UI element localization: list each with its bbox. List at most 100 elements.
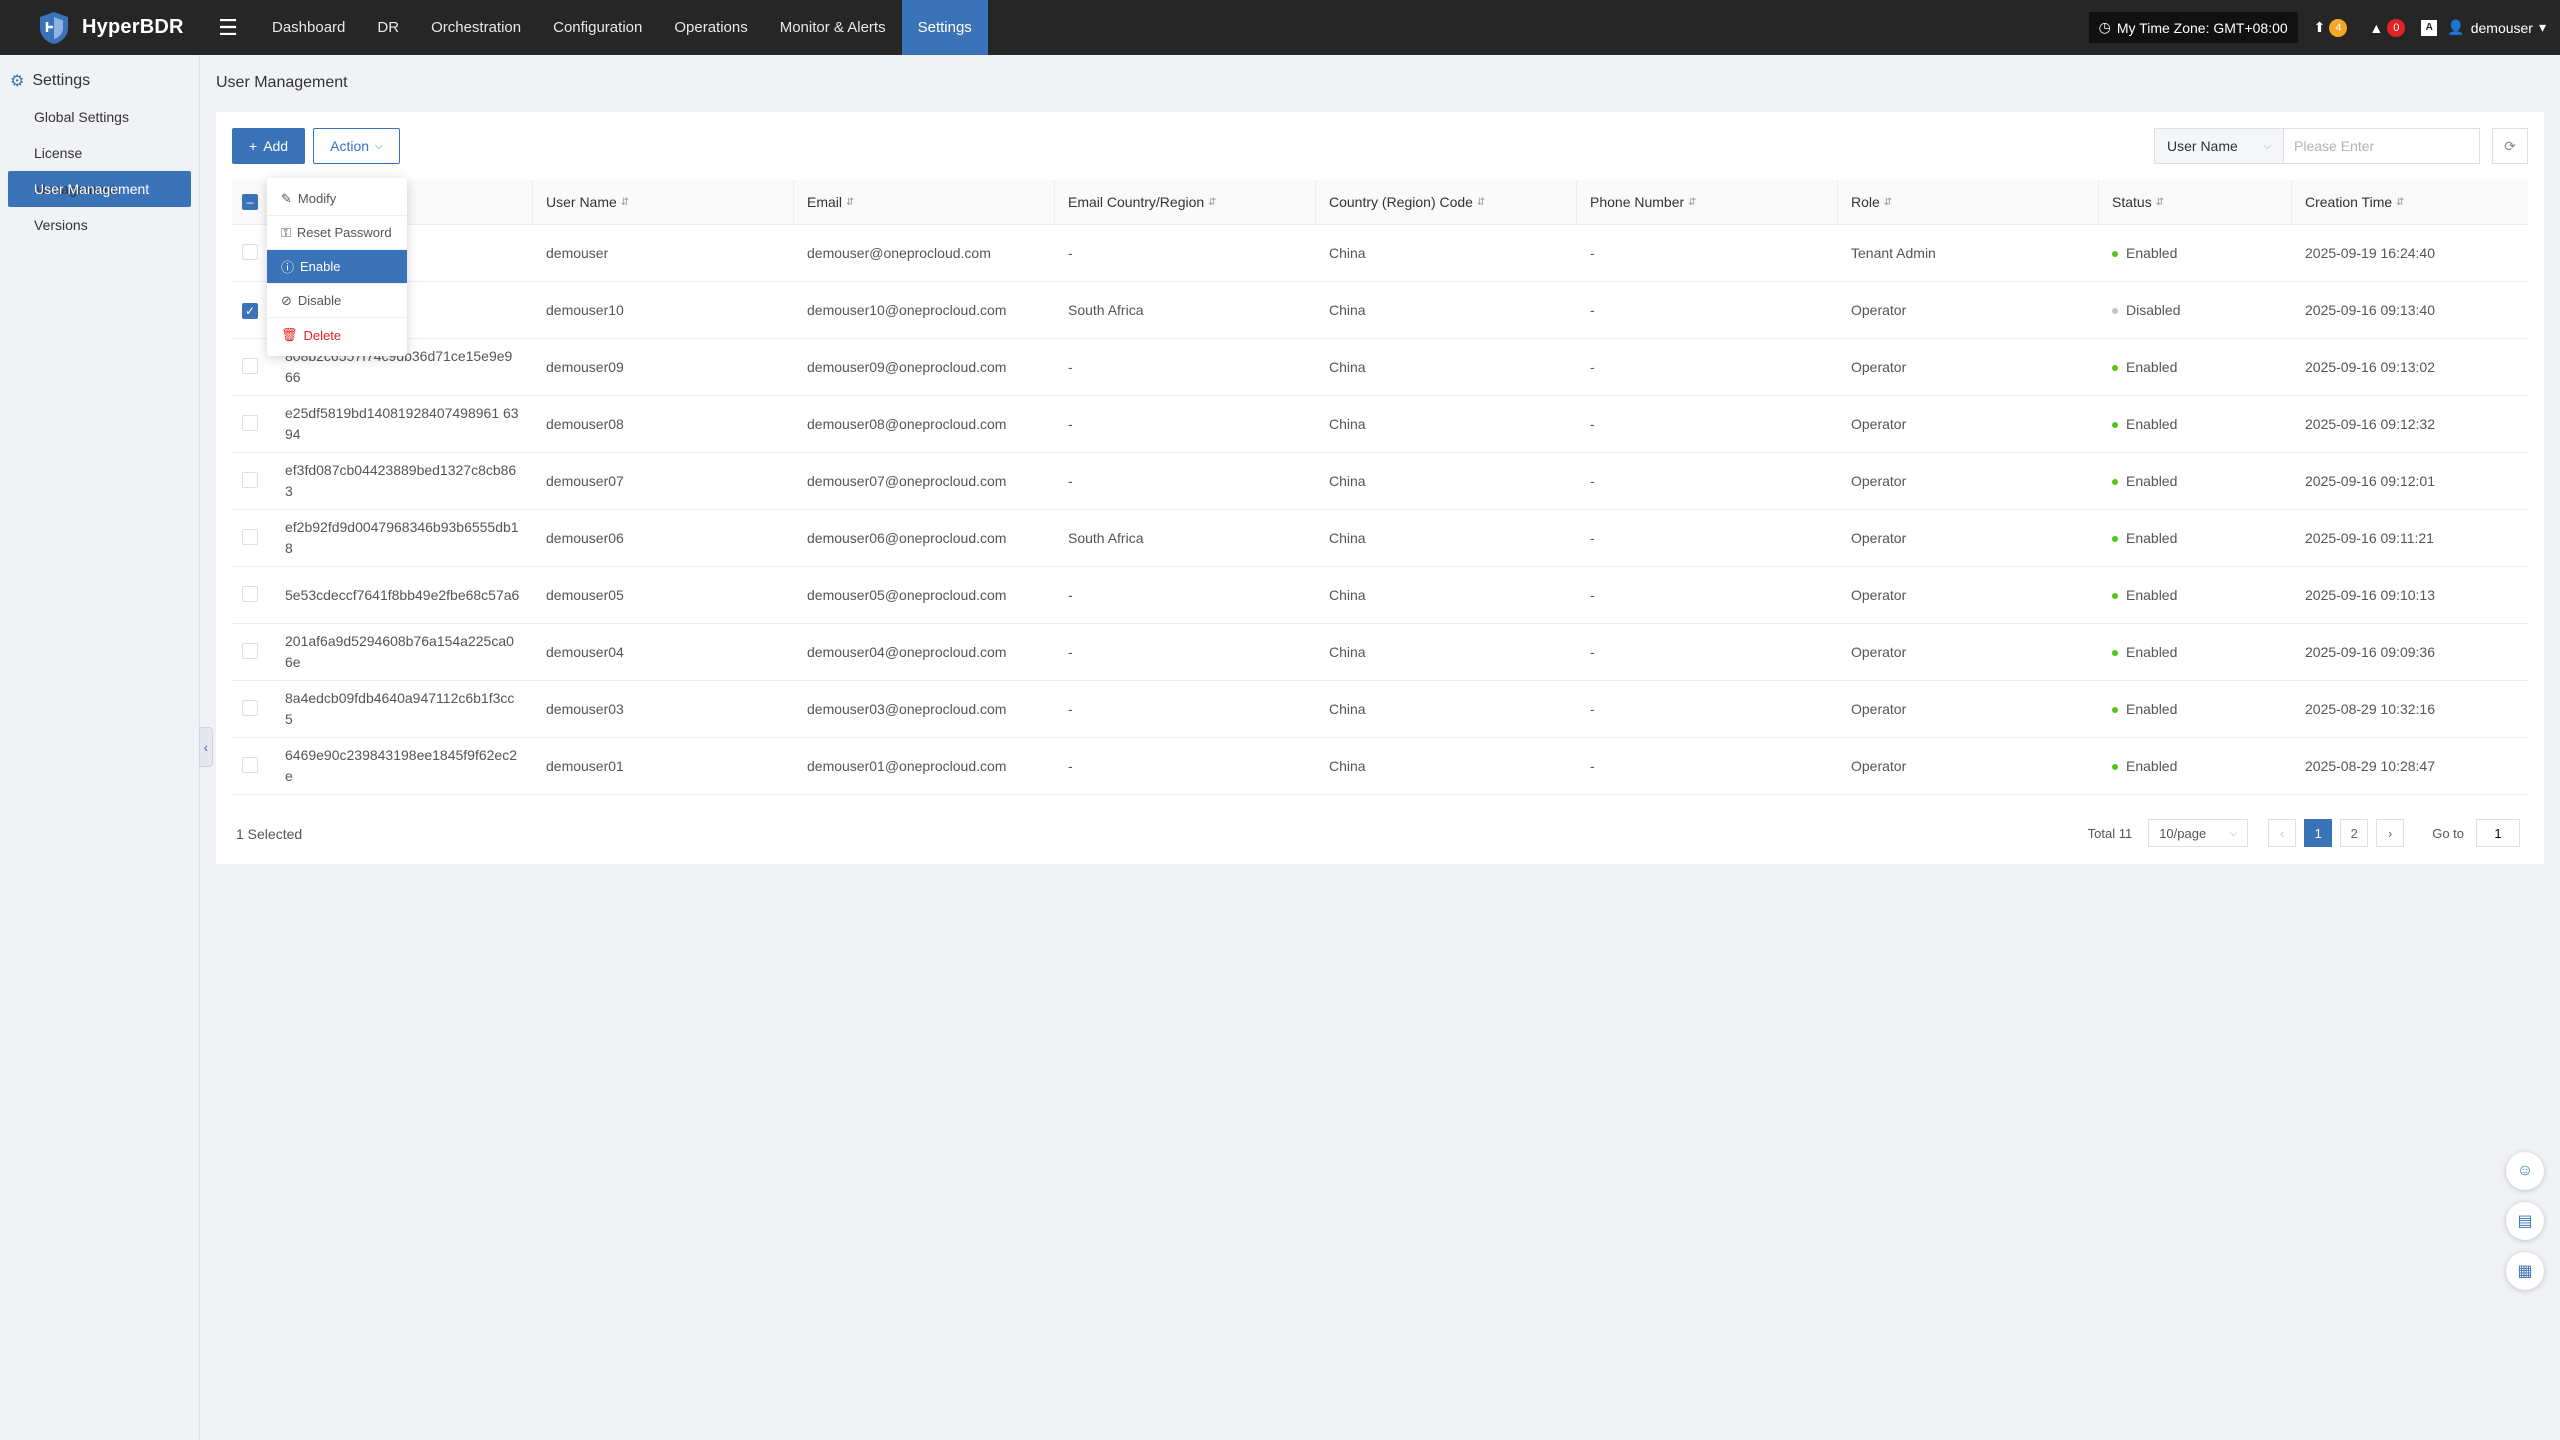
app-logo[interactable]: HyperBDR bbox=[0, 0, 200, 55]
action-enable[interactable]: ⓘ Enable bbox=[267, 250, 407, 284]
row-checkbox[interactable]: ✓ bbox=[242, 302, 258, 319]
timezone-label: My Time Zone: GMT+08:00 bbox=[2116, 19, 2288, 36]
header-label: Creation Time bbox=[2305, 194, 2393, 210]
header-email[interactable]: Email ⇵ bbox=[794, 179, 1055, 225]
prev-page-button[interactable]: ‹ bbox=[2268, 819, 2297, 847]
sidebar-item-license-management[interactable]: License Management bbox=[8, 135, 191, 197]
status-label: Enabled bbox=[2126, 644, 2178, 660]
header-email-region[interactable]: Email Country/Region ⇵ bbox=[1055, 179, 1316, 225]
row-checkbox[interactable] bbox=[242, 756, 258, 773]
status-dot bbox=[2112, 365, 2118, 372]
floating-tools: ☺ ▤ ▦ bbox=[2506, 1152, 2544, 1290]
select-all-checkbox[interactable]: – bbox=[242, 194, 258, 210]
action-label: Modify bbox=[297, 191, 337, 206]
search-field-select[interactable]: User Name ⌵ bbox=[2154, 128, 2284, 164]
status-dot bbox=[2112, 479, 2118, 486]
nav-configuration[interactable]: Configuration bbox=[537, 0, 658, 55]
action-label: Reset Password bbox=[296, 225, 392, 240]
status-badge: Enabled bbox=[2099, 587, 2292, 603]
user-name: demouser10 bbox=[546, 302, 624, 318]
header-role[interactable]: Role ⇵ bbox=[1838, 179, 2099, 225]
page-title: User Management bbox=[216, 74, 348, 91]
phone-number: - bbox=[1590, 701, 1595, 717]
row-checkbox[interactable] bbox=[242, 414, 258, 431]
action-dropdown-button[interactable]: Action ⌵ bbox=[313, 128, 400, 164]
user-id: 5e53cdeccf7641f8bb49e2fbe68c57a6 bbox=[285, 586, 520, 603]
country-code: China bbox=[1329, 359, 1366, 375]
table-row[interactable]: e25df5819bd14081928407498961 6394 demouse… bbox=[232, 396, 2528, 453]
user-menu[interactable]: 👤 demouser ▾ bbox=[2447, 19, 2546, 36]
table-row[interactable]: 808b2c6557f74c9db36d71ce15e9e966 demouser… bbox=[232, 339, 2528, 396]
sidebar-collapse-handle[interactable]: ‹ bbox=[199, 727, 213, 767]
nav-monitor-alerts[interactable]: Monitor & Alerts bbox=[764, 0, 902, 55]
table-row[interactable]: 201af6a9d5294608b76a154a225ca06e demouser… bbox=[232, 624, 2528, 681]
action-modify[interactable]: ✎ Modify bbox=[267, 182, 407, 216]
nav-operations[interactable]: Operations bbox=[658, 0, 763, 55]
creation-time: 2025-09-16 09:10:13 bbox=[2305, 587, 2435, 603]
nav-dashboard[interactable]: Dashboard bbox=[256, 0, 361, 55]
table-row[interactable]: a3cd8ea7a246e0demouserdemouser@oneproclo… bbox=[232, 225, 2528, 282]
table-row[interactable]: ✓9a5efbe765ecb2cdemouser10demouser10@one… bbox=[232, 282, 2528, 339]
table-row[interactable]: ef3fd087cb04423889bed1327c8cb863 demouser… bbox=[232, 453, 2528, 510]
user-id: e25df5819bd14081928407498961 6394 bbox=[285, 405, 519, 442]
sidebar-item-user-management[interactable]: User Management bbox=[8, 171, 191, 207]
header-status[interactable]: Status ⇵ bbox=[2099, 179, 2292, 225]
sidebar-item-versions[interactable]: Versions bbox=[8, 207, 191, 243]
creation-time: 2025-08-29 10:32:16 bbox=[2305, 701, 2435, 717]
sidebar-item-global-settings[interactable]: Global Settings bbox=[8, 99, 191, 135]
action-delete[interactable]: 🗑 Delete bbox=[267, 318, 407, 352]
table-row[interactable]: 8a4edcb09fdb4640a947112c6b1f3cc5 demouser… bbox=[232, 681, 2528, 738]
page-size-select[interactable]: 10/page ⌵ bbox=[2148, 819, 2249, 847]
add-button[interactable]: + Add bbox=[232, 128, 306, 164]
book-icon[interactable]: ▤ bbox=[2506, 1202, 2544, 1240]
user-email: demouser10@oneprocloud.com bbox=[807, 302, 1007, 318]
row-checkbox[interactable] bbox=[242, 699, 258, 716]
clipboard-icon[interactable]: ▦ bbox=[2506, 1252, 2544, 1290]
table-row[interactable]: 5e53cdeccf7641f8bb49e2fbe68c57a6 demouser… bbox=[232, 567, 2528, 624]
menu-toggle-icon[interactable]: ☰ bbox=[200, 0, 256, 55]
email-region: - bbox=[1068, 701, 1073, 717]
alerts[interactable]: ▲ 0 bbox=[2363, 18, 2411, 37]
phone-number: - bbox=[1590, 473, 1595, 489]
row-checkbox[interactable] bbox=[242, 585, 258, 602]
header-country-code[interactable]: Country (Region) Code ⇵ bbox=[1316, 179, 1577, 225]
table-row[interactable]: 6469e90c239843198ee1845f9f62ec2e demouser… bbox=[232, 738, 2528, 795]
goto-page-input[interactable] bbox=[2476, 819, 2520, 847]
upload-tasks[interactable]: ⬆ 4 bbox=[2308, 18, 2354, 37]
country-code: China bbox=[1329, 644, 1366, 660]
action-reset-password[interactable]: ⚿ Reset Password bbox=[267, 216, 407, 250]
refresh-button[interactable]: ⟳ bbox=[2492, 128, 2528, 164]
timezone-indicator[interactable]: ◷ My Time Zone: GMT+08:00 bbox=[2088, 12, 2298, 43]
user-icon: 👤 bbox=[2447, 19, 2465, 35]
row-checkbox[interactable] bbox=[242, 528, 258, 545]
sort-icon: ⇵ bbox=[846, 196, 855, 208]
language-icon[interactable]: A bbox=[2421, 19, 2438, 36]
page-button-2[interactable]: 2 bbox=[2340, 819, 2369, 847]
gear-icon: ⚙ bbox=[10, 73, 25, 90]
row-check-cell bbox=[232, 243, 272, 263]
page-button-1[interactable]: 1 bbox=[2304, 819, 2333, 847]
row-checkbox[interactable] bbox=[242, 471, 258, 488]
row-checkbox[interactable] bbox=[242, 357, 258, 374]
table-row[interactable]: ef2b92fd9d0047968346b93b6555db18 demouser… bbox=[232, 510, 2528, 567]
nav-orchestration[interactable]: Orchestration bbox=[415, 0, 537, 55]
row-checkbox[interactable] bbox=[242, 243, 258, 260]
header-user-name[interactable]: User Name ⇵ bbox=[533, 179, 794, 225]
email-region: - bbox=[1068, 644, 1073, 660]
alert-count-badge: 0 bbox=[2387, 18, 2406, 37]
user-name: demouser04 bbox=[546, 644, 624, 660]
header-phone[interactable]: Phone Number ⇵ bbox=[1577, 179, 1838, 225]
next-page-button[interactable]: › bbox=[2376, 819, 2405, 847]
nav-settings[interactable]: Settings bbox=[901, 0, 988, 55]
plus-icon: + bbox=[249, 138, 258, 154]
user-id: 6469e90c239843198ee1845f9f62ec2e bbox=[285, 747, 518, 784]
search-input[interactable] bbox=[2284, 128, 2480, 164]
header-label: Status bbox=[2112, 194, 2152, 210]
status-dot bbox=[2112, 593, 2118, 600]
action-disable[interactable]: ⊘ Disable bbox=[267, 284, 407, 318]
header-creation-time[interactable]: Creation Time ⇵ bbox=[2292, 180, 2528, 225]
row-checkbox[interactable] bbox=[242, 642, 258, 659]
robot-assistant-icon[interactable]: ☺ bbox=[2506, 1152, 2544, 1190]
row-check-cell bbox=[232, 756, 272, 776]
nav-dr[interactable]: DR bbox=[361, 0, 415, 55]
